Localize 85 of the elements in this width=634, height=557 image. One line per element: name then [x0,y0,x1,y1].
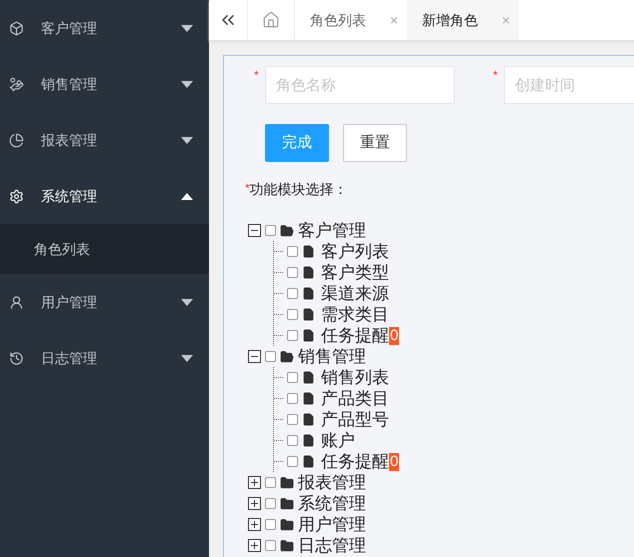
folder-icon [280,538,294,552]
text-field[interactable]: 角色名称 [265,66,455,104]
required-mark: * [245,180,250,195]
expand-icon[interactable] [248,539,261,552]
tree-node-label[interactable]: 销售管理 [298,346,366,367]
sidebar-label: 日志管理 [41,348,97,368]
tree-node-label[interactable]: 渠道来源 [321,283,389,304]
reset-button[interactable]: 重置 [343,124,407,162]
home-icon [262,11,280,29]
file-icon [302,245,315,258]
tree-node-label[interactable]: 任务提醒 [321,325,389,346]
tree-node-label[interactable]: 账户 [321,430,355,451]
tree-node-label[interactable]: 用户管理 [298,514,366,535]
sidebar-label: 系统管理 [41,186,97,206]
checkbox[interactable] [287,372,298,383]
tree-node-label[interactable]: 任务提醒 [321,451,389,472]
sidebar-item[interactable]: 客户管理 [0,0,209,56]
folder-icon [280,518,294,532]
file-icon [302,308,315,321]
sidebar-item[interactable]: 报表管理 [0,112,209,168]
expand-icon[interactable] [248,476,261,489]
checkbox[interactable] [265,225,276,236]
checkbox[interactable] [265,498,276,509]
expand-icon[interactable] [248,518,261,531]
checkbox[interactable] [287,330,298,341]
file-icon [302,266,315,279]
history-icon [9,350,24,366]
cube-icon [9,20,24,36]
count-badge: 0 [389,452,400,470]
checkbox[interactable] [287,309,298,320]
required-mark: * [254,67,260,84]
checkbox[interactable] [287,288,298,299]
sidebar-item[interactable]: 用户管理 [0,274,209,330]
sidebar-item[interactable]: 销售管理 [0,56,209,112]
user-icon [9,294,24,310]
file-icon [302,392,315,405]
tree-node-label[interactable]: 销售列表 [321,367,389,388]
checkbox[interactable] [265,540,276,551]
collapse-icon[interactable] [248,350,261,363]
checkbox[interactable] [265,351,276,362]
file-icon [302,434,315,447]
tree-node-label[interactable]: 系统管理 [298,493,366,514]
pie-chart-icon [9,132,24,148]
checkbox[interactable] [265,519,276,530]
tree-node-label[interactable]: 报表管理 [298,472,366,493]
file-icon [302,329,315,342]
checkbox[interactable] [287,414,298,425]
sidebar-item[interactable]: 日志管理 [0,330,209,386]
tree-node-label[interactable]: 客户管理 [298,220,366,241]
checkbox[interactable] [287,435,298,446]
folder-icon [280,496,294,510]
checkbox[interactable] [265,477,276,488]
file-icon [302,287,315,300]
checkbox[interactable] [287,267,298,278]
tab-label: 角色列表 [310,10,366,30]
text-field[interactable]: 创建时间 [504,66,634,104]
settings-icon [9,188,24,204]
folder-icon [280,476,294,490]
file-icon [302,371,315,384]
expand-icon[interactable] [248,497,261,510]
tree-node-label[interactable]: 需求类目 [321,304,389,325]
sidebar-label: 客户管理 [41,18,97,38]
file-icon [302,455,315,468]
tree-node-label[interactable]: 客户类型 [321,262,389,283]
tree-node-label[interactable]: 产品类目 [321,388,389,409]
checkbox[interactable] [287,456,298,467]
file-icon [302,413,315,426]
hand-coins-icon [9,76,24,92]
collapse-icon[interactable] [248,224,261,237]
sidebar-item[interactable]: 系统管理 [0,168,209,224]
checkbox[interactable] [287,393,298,404]
sidebar-label: 报表管理 [41,130,97,150]
required-mark: * [493,67,499,84]
checkbox[interactable] [287,246,298,257]
tab-label: 新增角色 [422,10,478,30]
sidebar-label: 销售管理 [41,74,97,94]
sidebar-subitem[interactable]: 角色列表 [0,224,209,274]
tree-node-label[interactable]: 日志管理 [298,535,366,556]
count-badge: 0 [389,326,400,344]
field-label: 功能模块选择： [250,180,348,199]
tab[interactable]: 角色列表 × [295,0,407,40]
sidebar-label: 用户管理 [41,292,97,312]
tree-node-label[interactable]: 产品型号 [321,409,389,430]
tab[interactable]: 新增角色 × [407,0,519,40]
tree-node-label[interactable]: 客户列表 [321,241,389,262]
